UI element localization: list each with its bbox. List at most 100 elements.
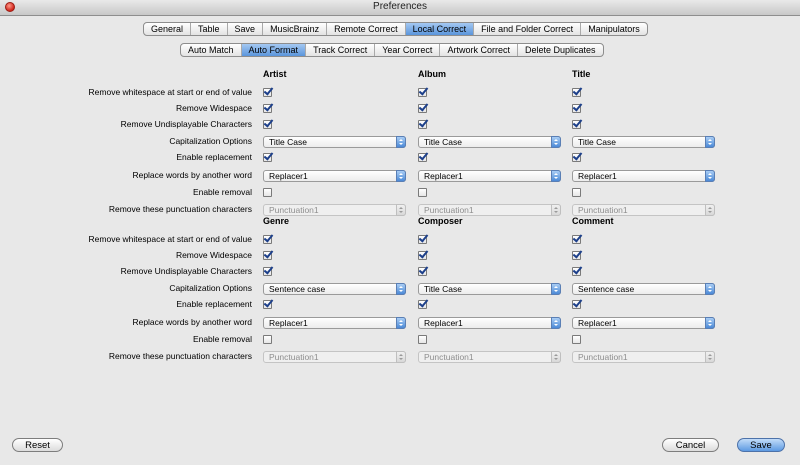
composer-capitalization-select[interactable]: Title Case bbox=[418, 283, 561, 295]
title-enable-replacement-checkbox[interactable] bbox=[572, 153, 581, 162]
select-value: Title Case bbox=[424, 284, 462, 294]
album-enable-removal-checkbox[interactable] bbox=[418, 188, 427, 197]
artist-remove-undisplayable-checkbox[interactable] bbox=[263, 120, 272, 129]
cancel-button[interactable]: Cancel bbox=[662, 438, 719, 452]
album-remove-undisplayable-checkbox[interactable] bbox=[418, 120, 427, 129]
comment-enable-removal-checkbox[interactable] bbox=[572, 335, 581, 344]
composer-remove-whitespace-checkbox[interactable] bbox=[418, 235, 427, 244]
title-remove-whitespace-checkbox[interactable] bbox=[572, 88, 581, 97]
tab-table[interactable]: Table bbox=[191, 23, 228, 35]
subtab-artwork-correct[interactable]: Artwork Correct bbox=[440, 44, 518, 56]
select-value: Sentence case bbox=[578, 284, 635, 294]
column-header-title: Title bbox=[572, 69, 591, 79]
row-label-replace-words-by-another-word: Replace words by another word bbox=[132, 170, 252, 180]
genre-remove-widespace-checkbox[interactable] bbox=[263, 251, 272, 260]
select-value: Punctuation1 bbox=[269, 205, 319, 215]
artist-replacer-select[interactable]: Replacer1 bbox=[263, 170, 406, 182]
chevron-up-down-icon bbox=[705, 317, 715, 329]
comment-punctuation-select: Punctuation1 bbox=[572, 351, 715, 363]
select-value: Replacer1 bbox=[269, 171, 308, 181]
comment-enable-replacement-checkbox[interactable] bbox=[572, 300, 581, 309]
subtab-auto-match[interactable]: Auto Match bbox=[181, 44, 242, 56]
artist-remove-whitespace-checkbox[interactable] bbox=[263, 88, 272, 97]
select-value: Title Case bbox=[269, 137, 307, 147]
tab-save[interactable]: Save bbox=[228, 23, 264, 35]
composer-punctuation-select: Punctuation1 bbox=[418, 351, 561, 363]
tab-musicbrainz[interactable]: MusicBrainz bbox=[263, 23, 328, 35]
tab-local-correct[interactable]: Local Correct bbox=[405, 23, 475, 35]
album-remove-widespace-checkbox[interactable] bbox=[418, 104, 427, 113]
composer-enable-removal-checkbox[interactable] bbox=[418, 335, 427, 344]
window-title: Preferences bbox=[373, 1, 427, 12]
album-enable-replacement-checkbox[interactable] bbox=[418, 153, 427, 162]
genre-punctuation-select: Punctuation1 bbox=[263, 351, 406, 363]
select-value: Title Case bbox=[578, 137, 616, 147]
artist-capitalization-select[interactable]: Title Case bbox=[263, 136, 406, 148]
composer-replacer-select[interactable]: Replacer1 bbox=[418, 317, 561, 329]
title-enable-removal-checkbox[interactable] bbox=[572, 188, 581, 197]
genre-remove-undisplayable-checkbox[interactable] bbox=[263, 267, 272, 276]
row-label-enable-replacement: Enable replacement bbox=[176, 152, 252, 162]
genre-enable-removal-checkbox[interactable] bbox=[263, 335, 272, 344]
row-label-enable-replacement: Enable replacement bbox=[176, 299, 252, 309]
sub-tab-bar: Auto Match Auto Format Track Correct Year C… bbox=[180, 43, 604, 57]
composer-enable-replacement-checkbox[interactable] bbox=[418, 300, 427, 309]
artist-remove-widespace-checkbox[interactable] bbox=[263, 104, 272, 113]
column-header-comment: Comment bbox=[572, 216, 614, 226]
comment-replacer-select[interactable]: Replacer1 bbox=[572, 317, 715, 329]
composer-remove-widespace-checkbox[interactable] bbox=[418, 251, 427, 260]
album-punctuation-select: Punctuation1 bbox=[418, 204, 561, 216]
main-tab-bar: General Table Save MusicBrainz Remote Correc… bbox=[143, 22, 648, 36]
title-punctuation-select: Punctuation1 bbox=[572, 204, 715, 216]
artist-enable-replacement-checkbox[interactable] bbox=[263, 153, 272, 162]
composer-remove-undisplayable-checkbox[interactable] bbox=[418, 267, 427, 276]
row-label-remove-these-punctuation-characters: Remove these punctuation characters bbox=[108, 204, 252, 214]
album-remove-whitespace-checkbox[interactable] bbox=[418, 88, 427, 97]
select-value: Replacer1 bbox=[424, 171, 463, 181]
chevron-up-down-icon bbox=[396, 136, 406, 148]
reset-button[interactable]: Reset bbox=[12, 438, 63, 452]
title-capitalization-select[interactable]: Title Case bbox=[572, 136, 715, 148]
row-label-remove-these-punctuation-characters: Remove these punctuation characters bbox=[108, 351, 252, 361]
comment-remove-undisplayable-checkbox[interactable] bbox=[572, 267, 581, 276]
artist-enable-removal-checkbox[interactable] bbox=[263, 188, 272, 197]
select-value: Replacer1 bbox=[578, 171, 617, 181]
tab-file-and-folder-correct[interactable]: File and Folder Correct bbox=[474, 23, 582, 35]
select-value: Punctuation1 bbox=[424, 205, 474, 215]
title-bar: Preferences bbox=[0, 0, 800, 16]
chevron-up-down-icon bbox=[705, 351, 715, 363]
tab-remote-correct[interactable]: Remote Correct bbox=[327, 23, 406, 35]
artist-punctuation-select: Punctuation1 bbox=[263, 204, 406, 216]
chevron-up-down-icon bbox=[396, 283, 406, 295]
subtab-track-correct[interactable]: Track Correct bbox=[306, 44, 376, 56]
row-label-replace-words-by-another-word: Replace words by another word bbox=[132, 317, 252, 327]
row-label-capitalization-options: Capitalization Options bbox=[169, 283, 252, 293]
album-capitalization-select[interactable]: Title Case bbox=[418, 136, 561, 148]
genre-replacer-select[interactable]: Replacer1 bbox=[263, 317, 406, 329]
column-header-artist: Artist bbox=[263, 69, 287, 79]
column-header-composer: Composer bbox=[418, 216, 463, 226]
row-label-enable-removal: Enable removal bbox=[192, 334, 252, 344]
title-replacer-select[interactable]: Replacer1 bbox=[572, 170, 715, 182]
title-remove-undisplayable-checkbox[interactable] bbox=[572, 120, 581, 129]
genre-remove-whitespace-checkbox[interactable] bbox=[263, 235, 272, 244]
tab-manipulators[interactable]: Manipulators bbox=[581, 23, 647, 35]
select-value: Replacer1 bbox=[269, 318, 308, 328]
select-value: Punctuation1 bbox=[424, 352, 474, 362]
genre-capitalization-select[interactable]: Sentence case bbox=[263, 283, 406, 295]
save-button[interactable]: Save bbox=[737, 438, 785, 452]
chevron-up-down-icon bbox=[551, 351, 561, 363]
tab-general[interactable]: General bbox=[144, 23, 192, 35]
subtab-delete-duplicates[interactable]: Delete Duplicates bbox=[518, 44, 603, 56]
comment-capitalization-select[interactable]: Sentence case bbox=[572, 283, 715, 295]
genre-enable-replacement-checkbox[interactable] bbox=[263, 300, 272, 309]
select-value: Punctuation1 bbox=[578, 205, 628, 215]
comment-remove-widespace-checkbox[interactable] bbox=[572, 251, 581, 260]
comment-remove-whitespace-checkbox[interactable] bbox=[572, 235, 581, 244]
subtab-auto-format[interactable]: Auto Format bbox=[241, 44, 307, 56]
row-label-remove-whitespace-at-start-or-end-of-value: Remove whitespace at start or end of val… bbox=[88, 234, 252, 244]
title-remove-widespace-checkbox[interactable] bbox=[572, 104, 581, 113]
subtab-year-correct[interactable]: Year Correct bbox=[375, 44, 441, 56]
album-replacer-select[interactable]: Replacer1 bbox=[418, 170, 561, 182]
chevron-up-down-icon bbox=[551, 283, 561, 295]
